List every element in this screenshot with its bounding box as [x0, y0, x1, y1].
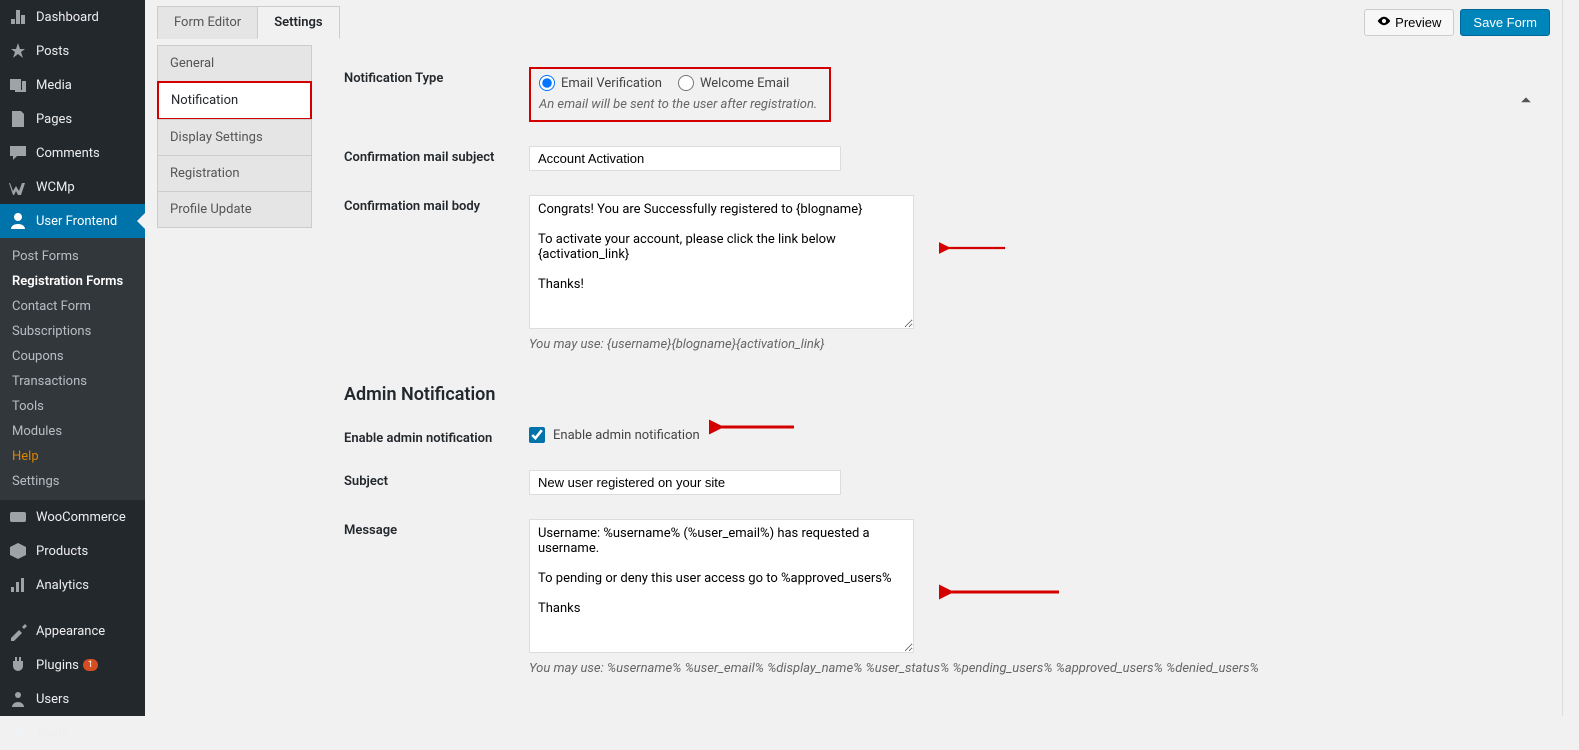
message-hint: You may use: %username% %user_email% %di… — [529, 661, 1530, 676]
sidebar-item-user-frontend[interactable]: User Frontend — [0, 204, 145, 238]
sidebar-item-label: Dashboard — [36, 10, 99, 25]
sidebar-item-plugins[interactable]: Plugins 1 — [0, 648, 145, 682]
sidebar-item-comments[interactable]: Comments — [0, 136, 145, 170]
sidebar-item-label: Analytics — [36, 578, 89, 593]
wcmp-icon — [8, 177, 28, 197]
annotation-arrow — [939, 582, 1064, 602]
pages-icon — [8, 109, 28, 129]
tab-settings[interactable]: Settings — [257, 6, 339, 39]
sidebar-item-label: Appearance — [36, 624, 105, 639]
annotation-arrow — [939, 238, 1009, 258]
settings-nav-general[interactable]: General — [157, 45, 312, 82]
analytics-icon — [8, 575, 28, 595]
confirmation-body-textarea[interactable] — [529, 195, 914, 329]
userfrontend-icon — [8, 211, 28, 231]
submenu-contact-form[interactable]: Contact Form — [0, 294, 145, 319]
settings-nav: General Notification Display Settings Re… — [157, 45, 312, 716]
sidebar-item-dashboard[interactable]: Dashboard — [0, 0, 145, 34]
sidebar-item-label: WooCommerce — [36, 510, 126, 525]
sidebar-item-label: Users — [36, 692, 69, 707]
sidebar-item-label: User Frontend — [36, 214, 117, 229]
sidebar-item-media[interactable]: Media — [0, 68, 145, 102]
sidebar-item-woocommerce[interactable]: WooCommerce — [0, 500, 145, 534]
enable-admin-checkbox-label: Enable admin notification — [553, 428, 700, 443]
sidebar-item-label: Plugins — [36, 658, 79, 673]
sidebar-item-label: Comments — [36, 146, 100, 161]
enable-admin-checkbox[interactable] — [529, 427, 545, 443]
subject-label: Subject — [344, 470, 529, 495]
confirmation-body-hint: You may use: {username}{blogname}{activa… — [529, 337, 1530, 352]
tabs: Form Editor Settings — [157, 6, 339, 39]
sidebar-item-label: Pages — [36, 112, 72, 127]
eye-icon — [1377, 14, 1391, 31]
radio-email-verification-label: Email Verification — [561, 76, 662, 91]
radio-email-verification[interactable] — [539, 75, 555, 91]
submenu-transactions[interactable]: Transactions — [0, 369, 145, 394]
sidebar-item-products[interactable]: Products — [0, 534, 145, 568]
radio-welcome-email-label: Welcome Email — [700, 76, 789, 91]
woo-icon — [8, 507, 28, 527]
submenu-registration-forms[interactable]: Registration Forms — [0, 269, 145, 294]
tab-form-editor[interactable]: Form Editor — [157, 6, 258, 39]
submenu-subscriptions[interactable]: Subscriptions — [0, 319, 145, 344]
confirmation-subject-label: Confirmation mail subject — [344, 146, 529, 171]
products-icon — [8, 541, 28, 561]
notification-hint: An email will be sent to the user after … — [539, 97, 817, 112]
sidebar-item-tools[interactable]: Tools — [0, 716, 145, 750]
sidebar-item-pages[interactable]: Pages — [0, 102, 145, 136]
admin-notification-heading: Admin Notification — [344, 384, 1530, 405]
submenu-coupons[interactable]: Coupons — [0, 344, 145, 369]
sidebar-item-label: Posts — [36, 44, 69, 59]
submenu-post-forms[interactable]: Post Forms — [0, 244, 145, 269]
main-content: Form Editor Settings Preview Save Form G… — [145, 0, 1562, 716]
collapse-caret-icon[interactable] — [1520, 95, 1532, 111]
admin-sidebar: Dashboard Posts Media Pages Comments WCM… — [0, 0, 145, 716]
settings-form: Notification Type Email Verification Wel… — [324, 45, 1550, 716]
message-textarea[interactable] — [529, 519, 914, 653]
plugins-icon — [8, 655, 28, 675]
notification-type-highlight: Email Verification Welcome Email An emai… — [529, 67, 831, 122]
message-label: Message — [344, 519, 529, 676]
preview-label: Preview — [1395, 15, 1441, 30]
appearance-icon — [8, 621, 28, 641]
submenu-modules[interactable]: Modules — [0, 419, 145, 444]
subject-input[interactable] — [529, 470, 841, 495]
tools-icon — [8, 723, 28, 743]
sidebar-submenu: Post Forms Registration Forms Contact Fo… — [0, 238, 145, 500]
media-icon — [8, 75, 28, 95]
plugins-badge: 1 — [83, 659, 98, 671]
settings-nav-notification[interactable]: Notification — [157, 81, 312, 120]
users-icon — [8, 689, 28, 709]
sidebar-item-analytics[interactable]: Analytics — [0, 568, 145, 602]
sidebar-item-label: Media — [36, 78, 72, 93]
settings-nav-display[interactable]: Display Settings — [157, 119, 312, 156]
submenu-tools[interactable]: Tools — [0, 394, 145, 419]
comments-icon — [8, 143, 28, 163]
sidebar-item-users[interactable]: Users — [0, 682, 145, 716]
settings-nav-registration[interactable]: Registration — [157, 155, 312, 192]
radio-welcome-email[interactable] — [678, 75, 694, 91]
sidebar-item-label: Tools — [36, 726, 68, 741]
confirmation-subject-input[interactable] — [529, 146, 841, 171]
notification-type-label: Notification Type — [344, 67, 529, 122]
topbar-actions: Preview Save Form — [1364, 9, 1550, 36]
enable-admin-label: Enable admin notification — [344, 427, 529, 446]
scrollbar[interactable] — [1562, 0, 1579, 716]
pin-icon — [8, 41, 28, 61]
submenu-settings[interactable]: Settings — [0, 469, 145, 494]
sidebar-item-appearance[interactable]: Appearance — [0, 614, 145, 648]
topbar: Form Editor Settings Preview Save Form — [145, 0, 1562, 39]
sidebar-item-posts[interactable]: Posts — [0, 34, 145, 68]
preview-button[interactable]: Preview — [1364, 9, 1454, 36]
settings-nav-profile-update[interactable]: Profile Update — [157, 191, 312, 228]
submenu-help[interactable]: Help — [0, 444, 145, 469]
sidebar-item-label: WCMp — [36, 180, 75, 195]
save-form-button[interactable]: Save Form — [1460, 9, 1550, 36]
sidebar-item-wcmp[interactable]: WCMp — [0, 170, 145, 204]
dashboard-icon — [8, 7, 28, 27]
sidebar-item-label: Products — [36, 544, 88, 559]
confirmation-body-label: Confirmation mail body — [344, 195, 529, 352]
annotation-arrow — [709, 417, 799, 437]
